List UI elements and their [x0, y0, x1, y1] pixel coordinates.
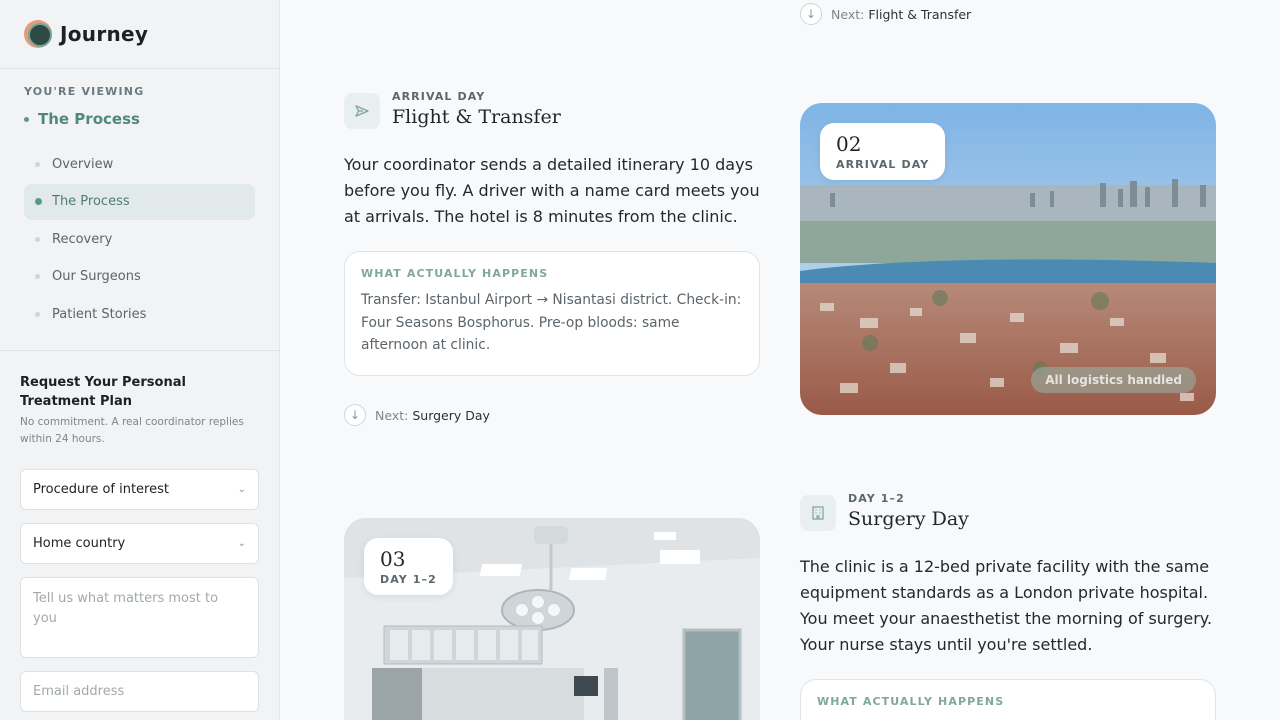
badge-caption: DAY 1–2: [380, 573, 437, 586]
current-dot-icon: [24, 116, 29, 122]
badge-number: 02: [836, 132, 862, 156]
badge-number: 03: [380, 547, 406, 571]
sidebar-item-label: Overview: [52, 156, 114, 172]
step-body: The clinic is a 12-bed private facility …: [800, 557, 1213, 654]
form-title: Request Your Personal Treatment Plan: [20, 375, 186, 409]
sidebar: Journey YOU'RE VIEWING The Process Overv…: [0, 0, 280, 720]
sidebar-item-overview[interactable]: Overview: [24, 146, 255, 182]
what-happens-card: WHAT ACTUALLY HAPPENS Transfer: Istanbul…: [344, 251, 760, 376]
bullet-icon: [35, 161, 40, 167]
photo-pill: All logistics handled: [1031, 367, 1196, 393]
country-select-value: Home country: [33, 536, 126, 551]
next-target: Flight & Transfer: [868, 6, 972, 22]
arrow-down-icon: ↓: [344, 404, 366, 426]
viewing-section: YOU'RE VIEWING The Process: [0, 69, 279, 128]
step-title: Surgery Day: [848, 508, 969, 530]
step-kicker: ARRIVAL DAY: [392, 90, 486, 103]
step-header-arrival: ARRIVAL DAY Flight & Transfer: [344, 90, 561, 129]
next-label: Next:: [375, 407, 409, 423]
step-number-badge: 02 ARRIVAL DAY: [820, 123, 946, 180]
sidebar-item-recovery[interactable]: Recovery: [24, 221, 255, 257]
arrow-down-icon: ↓: [800, 3, 822, 25]
procedure-select-value: Procedure of interest: [33, 482, 169, 497]
what-happens-label: WHAT ACTUALLY HAPPENS: [817, 695, 1005, 708]
sidebar-nav: Overview The Process Recovery Our Surgeo…: [0, 128, 279, 332]
brand-name: Journey: [60, 22, 149, 46]
bullet-icon: [35, 198, 42, 206]
step-number-badge: 03 DAY 1–2: [364, 538, 453, 595]
plane-icon: [344, 93, 380, 129]
viewing-current-label: The Process: [38, 110, 140, 128]
bullet-icon: [35, 236, 40, 242]
country-select[interactable]: Home country ⌄: [20, 523, 259, 564]
what-happens-text: Transfer: Istanbul Airport → Nisantasi d…: [361, 292, 742, 353]
step-body: Your coordinator sends a detailed itiner…: [344, 155, 760, 226]
next-target: Surgery Day: [412, 407, 490, 423]
procedure-select[interactable]: Procedure of interest ⌄: [20, 469, 259, 510]
bullet-icon: [35, 311, 40, 317]
what-happens-label: WHAT ACTUALLY HAPPENS: [361, 267, 549, 280]
next-label: Next:: [831, 6, 865, 22]
chevron-down-icon: ⌄: [237, 538, 246, 549]
what-happens-card: WHAT ACTUALLY HAPPENS: [800, 679, 1216, 720]
sidebar-item-the-process[interactable]: The Process: [24, 183, 255, 220]
operating-room-photo: 03 DAY 1–2: [344, 518, 760, 720]
email-field[interactable]: Email address: [20, 671, 259, 712]
top-next-link[interactable]: ↓ Next: Flight & Transfer: [800, 3, 971, 25]
viewing-label: YOU'RE VIEWING: [24, 85, 145, 98]
brand-logo-icon: [24, 20, 52, 48]
building-icon: [800, 495, 836, 531]
viewing-current: The Process: [24, 110, 255, 128]
bullet-icon: [35, 274, 40, 280]
sidebar-item-patient-stories[interactable]: Patient Stories: [24, 296, 255, 332]
next-link-surgery[interactable]: ↓ Next: Surgery Day: [344, 404, 490, 426]
badge-caption: ARRIVAL DAY: [836, 158, 930, 171]
treatment-plan-form: Request Your Personal Treatment Plan No …: [0, 350, 279, 720]
sidebar-item-label: Patient Stories: [52, 306, 147, 322]
sidebar-item-label: Recovery: [52, 231, 113, 247]
brand[interactable]: Journey: [0, 0, 279, 69]
istanbul-photo: 02 ARRIVAL DAY All logistics handled: [800, 103, 1216, 415]
step-kicker: DAY 1–2: [848, 492, 905, 505]
sidebar-item-label: Our Surgeons: [52, 269, 141, 285]
step-header-surgery: DAY 1–2 Surgery Day: [800, 492, 969, 531]
form-subtitle: No commitment. A real coordinator replie…: [20, 416, 244, 445]
chevron-down-icon: ⌄: [237, 484, 246, 495]
step-title: Flight & Transfer: [392, 106, 561, 128]
message-textarea[interactable]: Tell us what matters most to you: [20, 577, 259, 658]
sidebar-item-label: The Process: [52, 194, 130, 210]
sidebar-item-our-surgeons[interactable]: Our Surgeons: [24, 259, 255, 295]
